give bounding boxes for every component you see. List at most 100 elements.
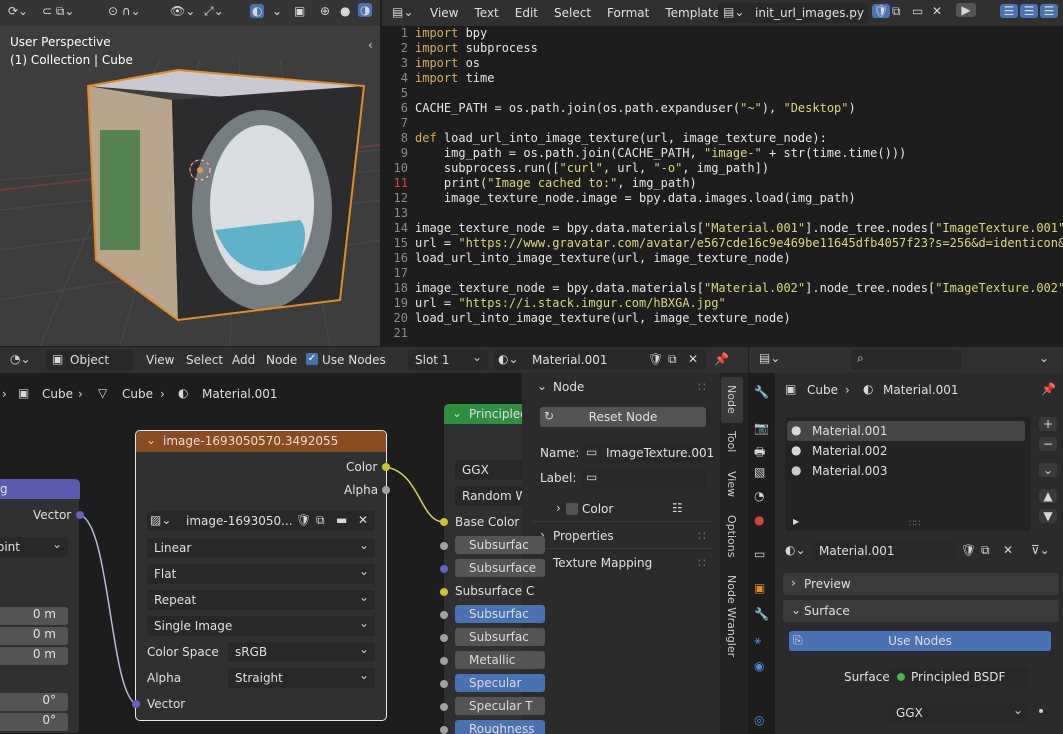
object-tab-icon[interactable]: ▣ [754, 581, 765, 595]
principled-input-socket[interactable] [440, 680, 448, 688]
code-line[interactable]: load_url_into_image_texture(url, image_t… [415, 311, 1063, 326]
drag-handle-icon[interactable]: ∷ [698, 380, 706, 394]
color-space-dropdown[interactable]: sRGB [228, 639, 375, 662]
code-line[interactable]: load_url_into_image_texture(url, image_t… [415, 251, 1063, 266]
principled-collapse-icon[interactable]: ⌄ [452, 406, 462, 420]
mapping-type-dropdown[interactable]: oint [0, 534, 68, 557]
properties-panel-header[interactable]: Properties [553, 529, 614, 543]
principled-input-4[interactable]: Subsurfac [455, 628, 545, 646]
color-expand-icon[interactable]: › [556, 501, 561, 515]
node-editor-menu-view[interactable]: View [146, 353, 174, 367]
menu-text[interactable]: Text [474, 6, 498, 20]
scene-tab-icon[interactable]: ◔ [754, 489, 764, 503]
code-line[interactable]: print("Image cached to:", img_path) [415, 176, 1063, 191]
principled-input-socket[interactable] [440, 726, 448, 734]
list-expand-icon[interactable]: ▶ [793, 517, 799, 526]
link-mode-icon[interactable]: ⊽⌄ [1031, 543, 1050, 557]
view-layer-tab-icon[interactable]: ▧ [754, 465, 765, 479]
render-tab-icon[interactable]: 📷 [754, 421, 769, 435]
code-line[interactable] [415, 206, 1063, 221]
output-tab-icon[interactable]: 🖶 [754, 443, 765, 464]
image-browse-icon[interactable]: ▨⌄ [150, 513, 171, 527]
pin-icon[interactable]: 📌 [714, 352, 729, 366]
use-nodes-button[interactable]: Use Nodes [789, 631, 1051, 651]
properties-editor-type-icon[interactable]: ▤⌄ [759, 351, 780, 365]
texture-mapping-header[interactable]: Texture Mapping [553, 556, 652, 570]
location-x-field[interactable]: 0 m [0, 607, 68, 625]
extension-dropdown[interactable]: Repeat [147, 587, 375, 610]
material-slot-3[interactable]: Material.003 [812, 464, 887, 478]
code-line[interactable]: url = "https://www.gravatar.com/avatar/e… [415, 236, 1063, 251]
drag-handle-icon[interactable]: ∷ [698, 529, 706, 543]
proportional-edit-icon[interactable]: ⊙ ∩⌄ [108, 4, 141, 18]
text-browse-icon[interactable]: ▤⌄ [723, 5, 744, 19]
editor-type-icon[interactable]: ▤⌄ [392, 5, 413, 19]
color-output-socket[interactable] [382, 463, 390, 471]
snap-icon[interactable]: ⊂ ⧉⌄ [42, 4, 75, 19]
interpolation-dropdown[interactable]: Linear [147, 535, 375, 558]
material-browse-icon[interactable]: ◐⌄ [498, 352, 519, 366]
move-slot-down-icon[interactable]: ▼ [1039, 509, 1057, 523]
base-color-socket[interactable] [440, 518, 448, 526]
principled-input-socket[interactable] [440, 611, 448, 619]
node-panel-header[interactable]: Node [553, 380, 584, 394]
material-fake-user-icon[interactable]: 🛡 [961, 543, 976, 557]
drag-handle-icon[interactable]: ∷ [698, 556, 706, 570]
tab-view-label[interactable]: View [725, 471, 738, 497]
code-line[interactable]: import time [415, 71, 1063, 86]
principled-input-socket[interactable] [440, 657, 448, 665]
slot-specials-icon[interactable]: ⌄ [1039, 463, 1057, 477]
node-editor-type-icon[interactable]: ◔⌄ [10, 352, 31, 366]
code-line[interactable]: image_texture_node.image = bpy.data.imag… [415, 191, 1063, 206]
prop-material-name[interactable]: Material.001 [819, 544, 894, 558]
principled-input-socket[interactable] [440, 634, 448, 642]
node-editor-menu-node[interactable]: Node [266, 353, 297, 367]
slot-dropdown[interactable]: Slot 1 [408, 347, 488, 370]
code-line[interactable] [415, 266, 1063, 281]
material-duplicate-icon[interactable]: ⧉ [981, 543, 990, 558]
location-z-field[interactable]: 0 m [0, 647, 68, 665]
mapping-vector-socket[interactable] [76, 511, 84, 519]
pin-icon[interactable]: 📌 [1041, 382, 1056, 396]
node-canvas[interactable]: › ▣ Cube › ▽ Cube › ◐ Material.001 g Vec… [0, 373, 748, 734]
principled-input-5[interactable]: Metallic [455, 651, 545, 669]
material-slot-2[interactable]: Material.002 [812, 444, 887, 458]
new-text-icon[interactable]: ⧉ [892, 4, 901, 19]
code-line[interactable]: image_texture_node = bpy.data.materials[… [415, 281, 1063, 296]
word-wrap-icon[interactable]: ☰ [1020, 4, 1038, 18]
image-name[interactable]: image-1693050... [186, 514, 293, 528]
visibility-icon[interactable]: 👁⌄ [170, 4, 195, 18]
principled-input-socket[interactable] [440, 703, 448, 711]
text-filename[interactable]: init_url_images.py [755, 6, 864, 20]
node-collapse-icon[interactable]: ⌄ [146, 433, 156, 447]
constraints-tab-icon[interactable]: ◎ [754, 713, 764, 727]
source-dropdown[interactable]: Single Image [147, 613, 375, 636]
tab-node-wrangler-label[interactable]: Node Wrangler [725, 575, 738, 657]
vector-input-socket[interactable] [132, 700, 140, 708]
world-tab-icon[interactable]: ● [754, 513, 764, 527]
material-slot-1[interactable]: Material.001 [812, 424, 887, 438]
xray-icon[interactable]: ▣ [294, 4, 305, 18]
prop-distribution-dropdown[interactable]: GGX [889, 700, 1029, 723]
properties-options-icon[interactable]: ⌄ [1039, 351, 1049, 365]
code-line[interactable]: import os [415, 56, 1063, 71]
rotation-x-field[interactable]: 0° [0, 693, 68, 711]
material-duplicate-icon[interactable]: ⧉ [668, 352, 677, 367]
fake-user-icon[interactable]: 🛡 [872, 4, 890, 18]
principled-input-socket[interactable] [440, 588, 448, 596]
label-field[interactable] [582, 468, 706, 488]
code-line[interactable]: import subprocess [415, 41, 1063, 56]
viewport-3d[interactable]: ⟳⌄ ⊂ ⧉⌄ ⊙ ∩⌄ 👁⌄ ⤢⌄ ◐ ⌄ ▣ ⊕ ● ◑ User Pers… [0, 0, 380, 346]
overlay-icon[interactable]: ◐ [250, 4, 265, 18]
image-unlink-icon[interactable]: ✕ [358, 513, 368, 527]
principled-input-2[interactable]: Subsurface C [455, 584, 534, 598]
material-fake-user-icon[interactable]: 🛡 [648, 352, 663, 366]
unlink-text-icon[interactable]: ✕ [932, 4, 942, 18]
menu-format[interactable]: Format [607, 6, 649, 20]
tab-options-label[interactable]: Options [725, 515, 738, 557]
run-script-icon[interactable]: ▶ [956, 3, 976, 17]
syntax-highlight-icon[interactable]: ☰ [1040, 4, 1058, 18]
color-checkbox[interactable] [566, 503, 578, 515]
properties-search[interactable] [851, 350, 961, 370]
image-duplicate-icon[interactable]: ⧉ [316, 513, 325, 528]
